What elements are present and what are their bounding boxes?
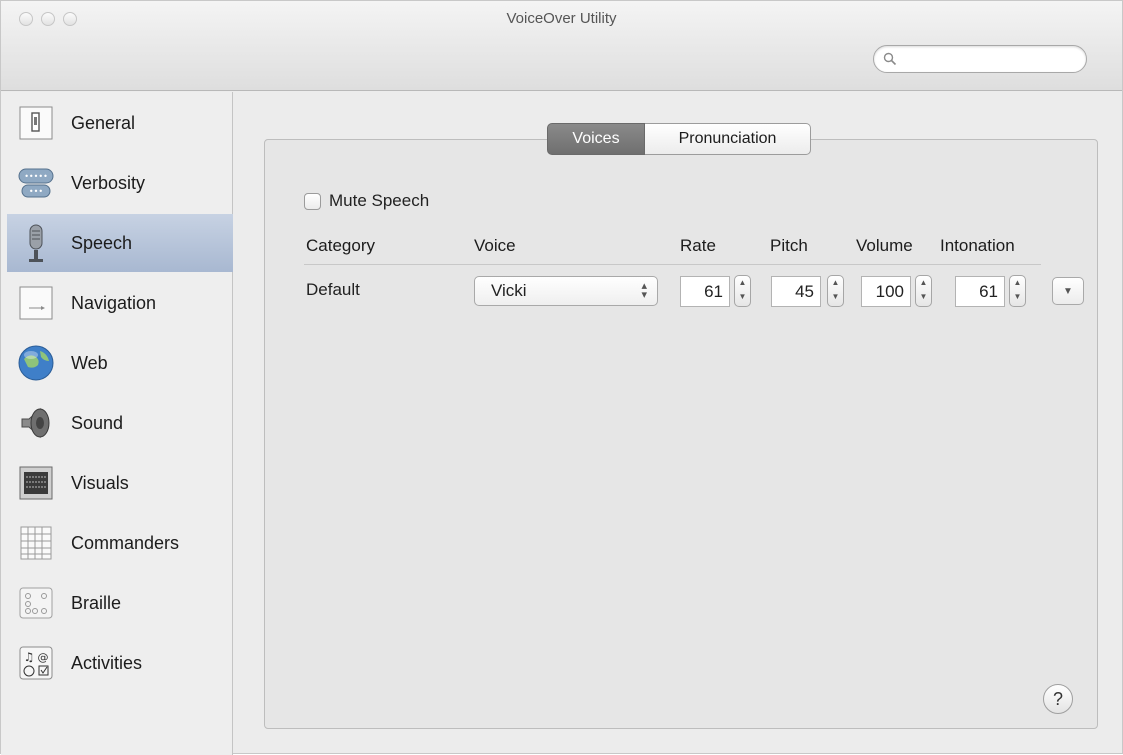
voice-value: Vicki (491, 281, 527, 300)
window-title: VoiceOver Utility (506, 10, 617, 27)
voices-pane (264, 139, 1098, 729)
popup-arrows-icon: ▴ ▾ (641, 280, 647, 301)
general-icon (15, 102, 57, 144)
voice-popup[interactable]: Vicki ▴ ▾ (474, 276, 658, 306)
header-pitch: Pitch (770, 236, 808, 255)
navigation-icon (15, 282, 57, 324)
sidebar: General ••••• ••• Verbosity Speech Naviga… (1, 92, 233, 755)
intonation-field[interactable]: 61 (955, 276, 1005, 307)
rate-field[interactable]: 61 (680, 276, 730, 307)
sidebar-item-general[interactable]: General (7, 94, 233, 152)
mute-speech-checkbox[interactable] (304, 192, 321, 210)
header-voice: Voice (474, 236, 516, 255)
rate-stepper[interactable]: ▲ ▼ (734, 275, 751, 307)
svg-text:@: @ (38, 651, 49, 664)
header-rate: Rate (680, 236, 716, 255)
tab-pronunciation[interactable]: Pronunciation (645, 123, 811, 155)
search-icon (883, 52, 897, 66)
sidebar-item-label: Verbosity (71, 172, 146, 193)
pitch-stepper[interactable]: ▲ ▼ (827, 275, 844, 307)
sidebar-item-sound[interactable]: Sound (7, 394, 233, 452)
mute-speech-label: Mute Speech (329, 191, 430, 210)
activities-icon: ♫ @ (15, 642, 57, 684)
svg-text:•••••: ••••• (24, 172, 48, 181)
verbosity-icon: ••••• ••• (15, 162, 57, 204)
category-default: Default (306, 280, 360, 299)
header-divider (304, 264, 1041, 265)
tab-bar: Voices Pronunciation (547, 123, 811, 155)
speaker-icon (15, 402, 57, 444)
volume-field[interactable]: 100 (861, 276, 911, 307)
header-volume: Volume (856, 236, 913, 255)
sidebar-item-verbosity[interactable]: ••••• ••• Verbosity (7, 154, 233, 212)
svg-text:♫: ♫ (24, 650, 35, 664)
help-button[interactable]: ? (1043, 684, 1073, 714)
sidebar-item-label: Commanders (71, 532, 180, 553)
header-category: Category (306, 236, 375, 255)
sidebar-item-visuals[interactable]: Visuals (7, 454, 233, 512)
sidebar-item-speech[interactable]: Speech (7, 214, 233, 272)
sidebar-item-label: Sound (71, 412, 124, 433)
sidebar-item-label: Navigation (71, 292, 157, 313)
sidebar-item-label: Activities (71, 652, 143, 673)
mute-speech-row: Mute Speech (304, 191, 429, 211)
tab-voices[interactable]: Voices (547, 123, 645, 155)
chevron-down-icon: ▼ (1063, 285, 1073, 297)
sidebar-item-web[interactable]: Web (7, 334, 233, 392)
search-field[interactable] (873, 45, 1087, 73)
pitch-field[interactable]: 45 (771, 276, 821, 307)
sidebar-item-activities[interactable]: ♫ @ Activities (7, 634, 233, 692)
sidebar-item-label: Web (71, 352, 108, 373)
sidebar-item-braille[interactable]: Braille (7, 574, 233, 632)
titlebar: VoiceOver Utility (1, 1, 1122, 91)
globe-icon (15, 342, 57, 384)
voiceover-utility-window: VoiceOver Utility General ••••• ••• Verbo… (0, 0, 1123, 755)
sidebar-item-navigation[interactable]: Navigation (7, 274, 233, 332)
sidebar-item-label: General (71, 112, 136, 133)
volume-stepper[interactable]: ▲ ▼ (915, 275, 932, 307)
sidebar-item-label: Braille (71, 592, 122, 613)
svg-text:•••: ••• (29, 187, 43, 196)
sidebar-item-label: Speech (71, 232, 133, 253)
visuals-icon (15, 462, 57, 504)
microphone-icon (15, 222, 57, 264)
sidebar-item-label: Visuals (71, 472, 129, 493)
grid-icon (15, 522, 57, 564)
row-options-button[interactable]: ▼ (1052, 277, 1084, 305)
header-intonation: Intonation (940, 236, 1015, 255)
intonation-stepper[interactable]: ▲ ▼ (1009, 275, 1026, 307)
sidebar-item-commanders[interactable]: Commanders (7, 514, 233, 572)
braille-icon (15, 582, 57, 624)
